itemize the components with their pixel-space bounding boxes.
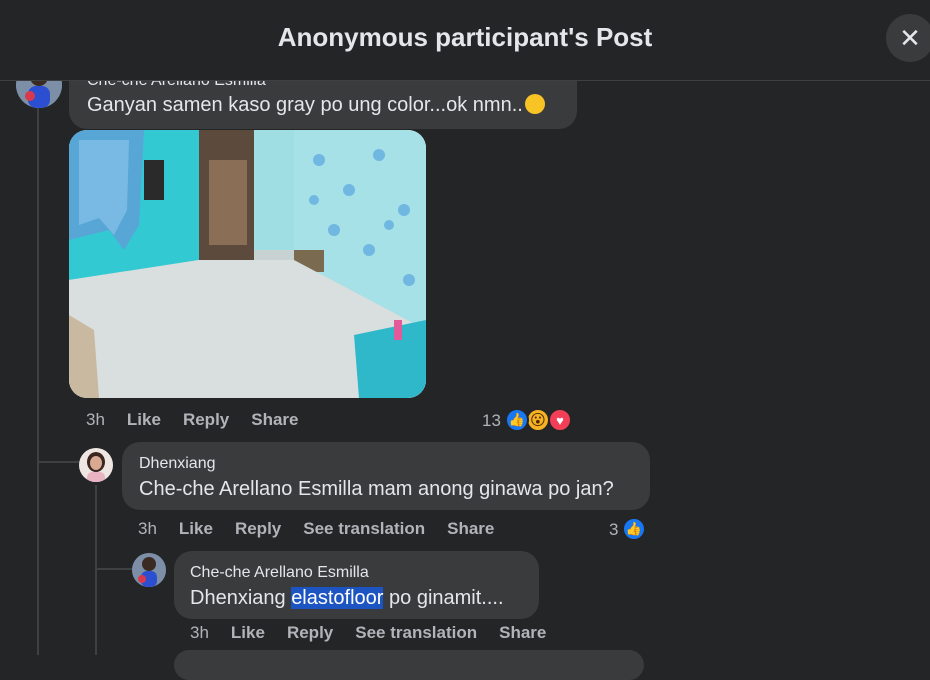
mention-link[interactable]: Dhenxiang xyxy=(190,587,291,609)
pleading-face-emoji-icon xyxy=(524,94,545,114)
page-title: Anonymous participant's Post xyxy=(277,22,653,52)
comment-text: Ganyan samen kaso gray po ung color...ok… xyxy=(87,94,545,117)
avatar-image xyxy=(132,553,166,587)
see-translation-button[interactable]: See translation xyxy=(355,623,477,642)
thread-line xyxy=(37,105,39,655)
reply-button[interactable]: Reply xyxy=(235,519,281,538)
comment-actions: 3h Like Reply Share xyxy=(86,410,321,430)
avatar[interactable] xyxy=(79,448,113,482)
selected-text: elastofloor xyxy=(291,587,384,609)
thread-line-branch xyxy=(95,568,132,570)
comment-timestamp[interactable]: 3h xyxy=(190,623,209,642)
thread-line-branch xyxy=(37,461,79,463)
see-translation-button[interactable]: See translation xyxy=(303,519,425,538)
like-button[interactable]: Like xyxy=(231,623,265,642)
like-button[interactable]: Like xyxy=(179,519,213,538)
comment-bubble: Dhenxiang Che-che Arellano Esmilla mam a… xyxy=(122,442,650,510)
comment-actions: 3h Like Reply See translation Share xyxy=(190,623,568,643)
comment-timestamp[interactable]: 3h xyxy=(138,519,157,538)
comment-text-rest: po ginamit.... xyxy=(383,587,504,609)
comment-bubble: Che-che Arellano Esmilla Dhenxiang elast… xyxy=(174,551,539,619)
room-photo-image xyxy=(69,130,426,398)
comment-text: Dhenxiang elastofloor po ginamit.... xyxy=(190,587,504,610)
reply-button[interactable]: Reply xyxy=(287,623,333,642)
avatar-image xyxy=(79,448,113,482)
comment-photo[interactable] xyxy=(69,130,426,398)
share-button[interactable]: Share xyxy=(251,410,298,429)
close-icon: ✕ xyxy=(899,23,921,53)
post-header: Anonymous participant's Post ✕ xyxy=(0,0,930,81)
share-button[interactable]: Share xyxy=(447,519,494,538)
like-reaction-icon: 👍 xyxy=(505,408,529,432)
wow-reaction-icon: 😮 xyxy=(526,408,550,432)
comment-author[interactable]: Dhenxiang xyxy=(139,455,216,473)
share-button[interactable]: Share xyxy=(499,623,546,642)
thread-line xyxy=(95,485,97,655)
comment-author[interactable]: Che-che Arellano Esmilla xyxy=(190,564,369,582)
comment-actions: 3h Like Reply See translation Share xyxy=(138,519,516,539)
love-reaction-icon: ♥ xyxy=(548,408,572,432)
reaction-count[interactable]: 3 xyxy=(609,520,618,540)
reply-button[interactable]: Reply xyxy=(183,410,229,429)
close-button[interactable]: ✕ xyxy=(886,14,930,62)
like-reaction-icon: 👍 xyxy=(622,517,646,541)
comment-text-body: Ganyan samen kaso gray po ung color...ok… xyxy=(87,94,523,116)
avatar[interactable] xyxy=(132,553,166,587)
comment-timestamp[interactable]: 3h xyxy=(86,410,105,429)
comment-text: Che-che Arellano Esmilla mam anong ginaw… xyxy=(139,478,614,500)
like-button[interactable]: Like xyxy=(127,410,161,429)
reaction-count[interactable]: 13 xyxy=(482,411,501,431)
